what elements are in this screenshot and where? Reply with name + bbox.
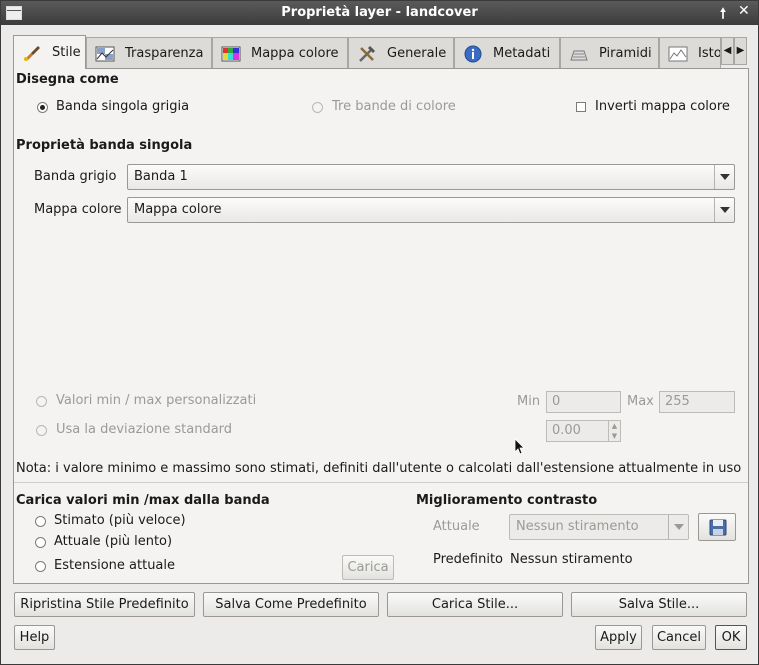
- colormap-value: Mappa colore: [134, 202, 222, 217]
- tab-label: Trasparenza: [125, 46, 204, 61]
- tab-label: Mappa colore: [251, 46, 339, 61]
- help-button[interactable]: Help: [14, 625, 55, 650]
- info-icon: [463, 45, 483, 63]
- max-label: Max: [627, 394, 654, 409]
- extent-radio[interactable]: [35, 561, 46, 572]
- chevron-down-icon: [668, 515, 688, 539]
- tab-istogramma[interactable]: Isto: [659, 37, 721, 69]
- mouse-cursor-icon: [514, 438, 526, 460]
- load-button[interactable]: Carica: [342, 555, 394, 580]
- contrast-current-value: Nessun stiramento: [516, 519, 639, 534]
- layer-properties-window: Proprietà layer - landcover 🠕 ✕ Stile Tr…: [0, 0, 759, 665]
- histogram-icon: [668, 45, 688, 63]
- spin-arrows-icon[interactable]: ▲ ▼: [608, 421, 620, 441]
- tab-label: Isto: [698, 46, 721, 61]
- custom-minmax-radio[interactable]: [36, 396, 47, 407]
- pyramid-icon: [569, 45, 589, 63]
- min-input[interactable]: 0: [546, 391, 621, 413]
- title-bar[interactable]: Proprietà layer - landcover 🠕 ✕: [1, 1, 758, 25]
- custom-minmax-label[interactable]: Valori min / max personalizzati: [56, 393, 256, 408]
- divider: [14, 482, 748, 483]
- apply-button[interactable]: Apply: [595, 625, 642, 650]
- three-bands-label[interactable]: Tre bande di colore: [332, 99, 456, 114]
- window-title: Proprietà layer - landcover: [281, 5, 478, 20]
- tab-scroll-left-icon[interactable]: ◀: [721, 37, 734, 65]
- three-bands-radio[interactable]: [312, 102, 323, 113]
- save-contrast-button[interactable]: [698, 513, 736, 541]
- single-band-heading: Proprietà banda singola: [16, 138, 193, 153]
- chevron-down-icon: [714, 165, 734, 189]
- contrast-heading: Miglioramento contrasto: [416, 493, 598, 508]
- contrast-current-label: Attuale: [433, 519, 480, 534]
- ok-button[interactable]: OK: [715, 625, 747, 650]
- stddev-spinbox[interactable]: 0.00 ▲ ▼: [546, 420, 621, 442]
- tab-trasparenza[interactable]: Trasparenza: [86, 37, 212, 69]
- invert-colormap-checkbox[interactable]: [576, 102, 586, 112]
- stddev-value: 0.00: [552, 423, 581, 438]
- style-panel: Disegna come Banda singola grigia Tre ba…: [13, 68, 749, 584]
- stddev-radio[interactable]: [36, 425, 47, 436]
- contrast-default-value: Nessun stiramento: [510, 552, 633, 567]
- tools-icon: [357, 45, 377, 63]
- single-gray-radio[interactable]: [37, 102, 48, 113]
- brush-icon: [22, 44, 42, 62]
- gray-band-value: Banda 1: [134, 169, 188, 184]
- tab-metadati[interactable]: Metadati: [454, 37, 560, 69]
- load-style-button[interactable]: Carica Stile...: [387, 592, 563, 617]
- colormap-label: Mappa colore: [34, 202, 122, 217]
- tab-mappa-colore[interactable]: Mappa colore: [212, 37, 348, 69]
- contrast-select[interactable]: Nessun stiramento: [509, 514, 689, 540]
- tab-label: Piramidi: [599, 46, 652, 61]
- tab-label: Generale: [387, 46, 447, 61]
- tab-label: Stile: [52, 45, 81, 60]
- tab-piramidi[interactable]: Piramidi: [560, 37, 659, 69]
- estimated-radio[interactable]: [35, 516, 46, 527]
- minmax-note: Nota: i valore minimo e massimo sono sti…: [16, 461, 742, 476]
- invert-colormap-label[interactable]: Inverti mappa colore: [595, 99, 730, 114]
- load-minmax-heading: Carica valori min /max dalla banda: [16, 493, 270, 508]
- estimated-label[interactable]: Stimato (più veloce): [54, 513, 186, 528]
- stddev-label[interactable]: Usa la deviazione standard: [56, 422, 232, 437]
- tab-bar: Stile Trasparenza Mappa colore Generale …: [13, 35, 749, 69]
- save-style-button[interactable]: Salva Stile...: [571, 592, 747, 617]
- extent-label[interactable]: Estensione attuale: [54, 558, 175, 573]
- max-input[interactable]: 255: [659, 391, 735, 413]
- actual-label[interactable]: Attuale (più lento): [54, 534, 172, 549]
- save-as-default-button[interactable]: Salva Come Predefinito: [203, 592, 379, 617]
- pin-icon[interactable]: 🠕: [720, 3, 726, 27]
- tab-label: Metadati: [493, 46, 551, 61]
- contrast-default-label: Predefinito: [433, 552, 504, 567]
- restore-default-style-button[interactable]: Ripristina Stile Predefinito: [14, 592, 195, 617]
- transparency-icon: [95, 45, 115, 63]
- single-gray-label[interactable]: Banda singola grigia: [56, 99, 189, 114]
- tab-scroll-right-icon[interactable]: ▶: [734, 37, 747, 65]
- chevron-down-icon: [714, 198, 734, 222]
- close-icon[interactable]: ✕: [738, 3, 750, 19]
- cancel-button[interactable]: Cancel: [652, 625, 706, 650]
- gray-band-label: Banda grigio: [34, 169, 117, 184]
- min-label: Min: [517, 394, 541, 409]
- tab-generale[interactable]: Generale: [348, 37, 454, 69]
- colormap-select[interactable]: Mappa colore: [127, 197, 735, 223]
- colormap-icon: [221, 45, 241, 63]
- draw-as-heading: Disegna come: [16, 72, 119, 87]
- floppy-disk-icon: [709, 519, 727, 544]
- actual-radio[interactable]: [35, 537, 46, 548]
- tab-stile[interactable]: Stile: [13, 35, 86, 69]
- gray-band-select[interactable]: Banda 1: [127, 164, 735, 190]
